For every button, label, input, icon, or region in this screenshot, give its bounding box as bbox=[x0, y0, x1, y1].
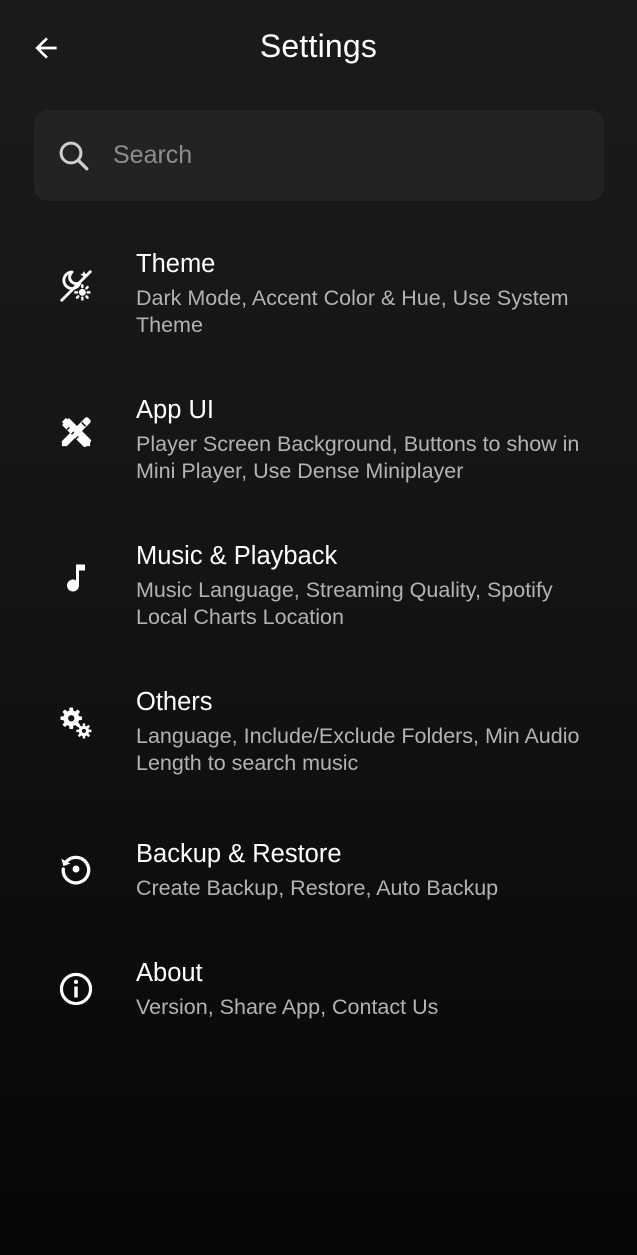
settings-item-app-ui[interactable]: App UI Player Screen Background, Buttons… bbox=[0, 382, 637, 502]
settings-item-music-playback[interactable]: Music & Playback Music Language, Streami… bbox=[0, 528, 637, 648]
page-title: Settings bbox=[259, 28, 378, 64]
info-icon bbox=[54, 967, 98, 1011]
app-bar: Settings bbox=[0, 0, 637, 96]
settings-item-theme[interactable]: Theme Dark Mode, Accent Color & Hue, Use… bbox=[0, 236, 637, 356]
settings-item-others[interactable]: Others Language, Include/Exclude Folders… bbox=[0, 673, 637, 793]
music-note-icon bbox=[54, 556, 98, 600]
settings-item-title: Others bbox=[136, 688, 213, 716]
settings-item-title: Music & Playback bbox=[136, 542, 338, 570]
gears-icon bbox=[54, 701, 98, 745]
restore-icon bbox=[54, 847, 98, 891]
settings-item-title: Backup & Restore bbox=[136, 840, 342, 868]
search-bar[interactable] bbox=[34, 110, 604, 201]
settings-item-title: App UI bbox=[136, 396, 214, 424]
search-icon bbox=[59, 141, 89, 171]
settings-item-subtitle: Version, Share App, Contact Us bbox=[136, 995, 439, 1019]
settings-item-subtitle: Player Screen Background, Buttons to sho… bbox=[136, 432, 580, 483]
settings-item-subtitle: Music Language, Streaming Quality, Spoti… bbox=[136, 578, 553, 629]
settings-item-subtitle: Language, Include/Exclude Folders, Min A… bbox=[136, 724, 580, 775]
settings-item-title: Theme bbox=[136, 250, 216, 278]
theme-icon bbox=[54, 264, 98, 308]
search-input[interactable] bbox=[113, 132, 583, 178]
settings-item-about[interactable]: About Version, Share App, Contact Us bbox=[0, 945, 637, 1035]
settings-item-subtitle: Dark Mode, Accent Color & Hue, Use Syste… bbox=[136, 286, 569, 337]
settings-item-backup-restore[interactable]: Backup & Restore Create Backup, Restore,… bbox=[0, 826, 637, 916]
settings-item-subtitle: Create Backup, Restore, Auto Backup bbox=[136, 876, 499, 900]
design-tools-icon bbox=[54, 410, 98, 454]
settings-item-title: About bbox=[136, 959, 203, 987]
